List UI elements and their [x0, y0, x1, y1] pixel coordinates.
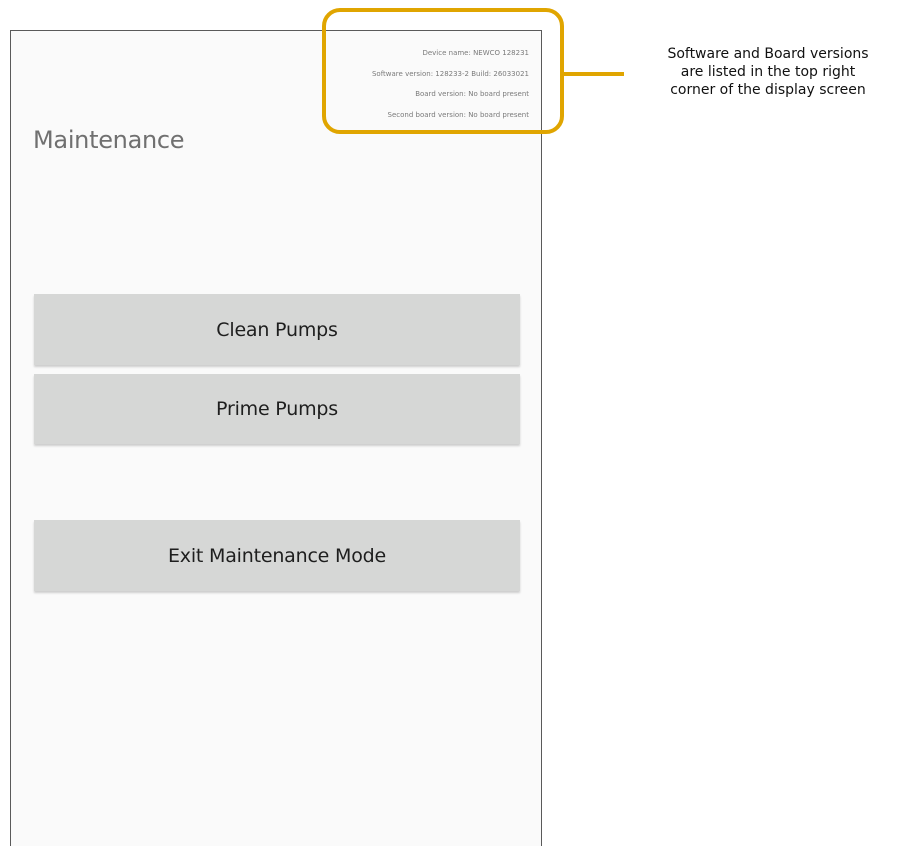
clean-pumps-button[interactable]: Clean Pumps	[34, 294, 520, 365]
callout-highlight-box	[322, 8, 564, 134]
callout-connector-line	[564, 72, 624, 76]
page-title: Maintenance	[33, 126, 185, 154]
display-screen: Device name: NEWCO 128231 Software versi…	[10, 30, 542, 846]
callout-annotation: Software and Board versions are listed i…	[622, 45, 914, 99]
prime-pumps-button[interactable]: Prime Pumps	[34, 374, 520, 444]
callout-line-3: corner of the display screen	[670, 82, 866, 98]
callout-line-2: are listed in the top right	[680, 64, 856, 80]
callout-line-1: Software and Board versions	[667, 46, 869, 62]
exit-maintenance-mode-button[interactable]: Exit Maintenance Mode	[34, 520, 520, 591]
